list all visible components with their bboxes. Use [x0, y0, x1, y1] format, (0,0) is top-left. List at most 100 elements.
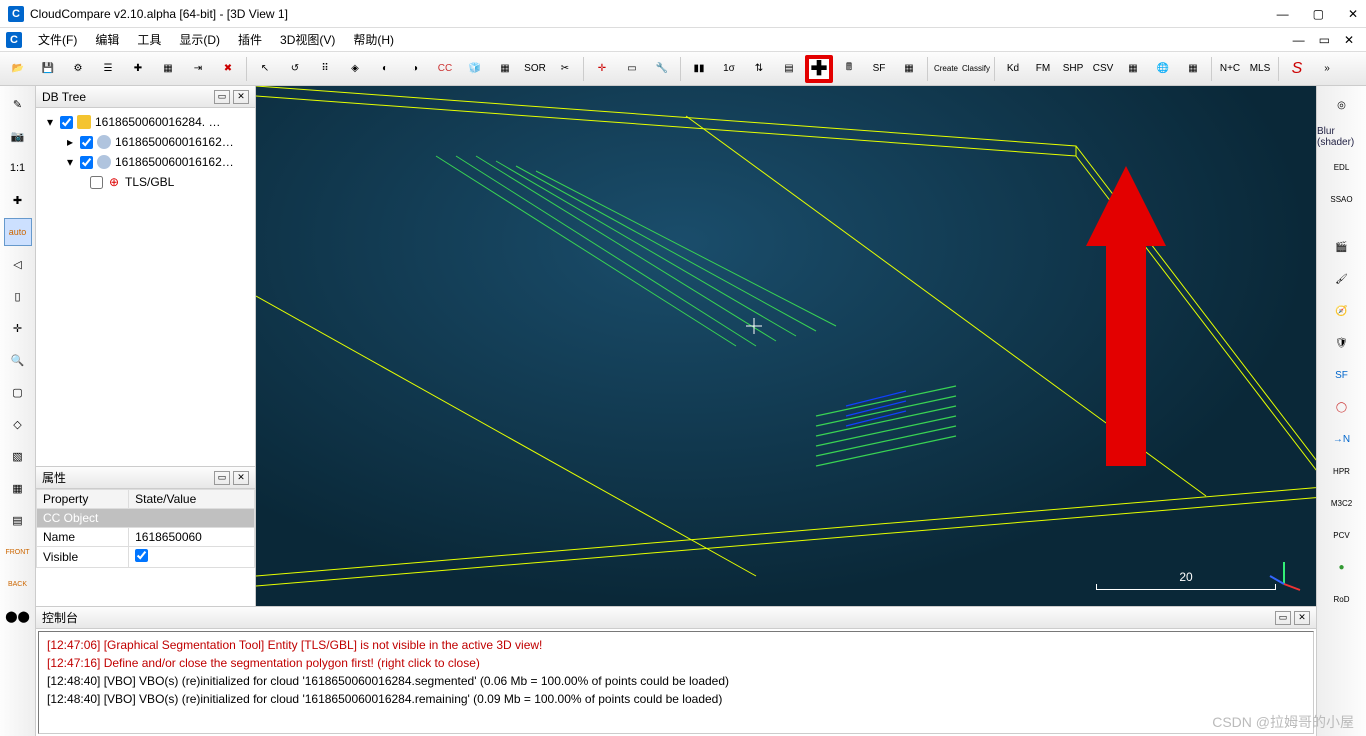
rotate-button[interactable]: ↺ [281, 55, 309, 83]
m3c2-button[interactable]: M3C2 [1326, 490, 1358, 516]
ltool-6[interactable]: ▯ [4, 282, 32, 310]
rgb-button[interactable]: ▦ [154, 55, 182, 83]
calculator-button[interactable]: 🖩 [835, 55, 863, 83]
expand-icon[interactable]: ▾ [44, 115, 56, 129]
console-float-button[interactable]: ▭ [1275, 611, 1291, 625]
tree-root-checkbox[interactable] [60, 116, 73, 129]
rod-button[interactable]: RoD [1326, 586, 1358, 612]
mls-button[interactable]: MLS [1246, 55, 1274, 83]
tool-button[interactable]: 🔧 [648, 55, 676, 83]
db-close-button[interactable]: ✕ [233, 90, 249, 104]
merge-button[interactable]: ⇥ [184, 55, 212, 83]
gradient-button[interactable]: ▤ [775, 55, 803, 83]
menu-help[interactable]: 帮助(H) [345, 29, 402, 50]
globe-button[interactable]: 🌐 [1149, 55, 1177, 83]
list-button[interactable]: ☰ [94, 55, 122, 83]
props-visible-checkbox[interactable] [135, 549, 148, 562]
pcv-button[interactable]: PCV [1326, 522, 1358, 548]
sigma-button[interactable]: 1σ [715, 55, 743, 83]
fm-button[interactable]: FM [1029, 55, 1057, 83]
kd-button[interactable]: Kd [999, 55, 1027, 83]
tree-child2-label[interactable]: 1618650060016162… [115, 155, 234, 169]
align-b-button[interactable]: ◑ [401, 55, 429, 83]
3d-viewport[interactable]: 20 [256, 86, 1316, 606]
ltool-5[interactable]: ◁ [4, 250, 32, 278]
ltool-0[interactable]: ✎ [4, 90, 32, 118]
register-button[interactable]: ▦ [491, 55, 519, 83]
ltool-12[interactable]: ▦ [4, 474, 32, 502]
sphere-button[interactable]: ● [1326, 554, 1358, 580]
db-float-button[interactable]: ▭ [214, 90, 230, 104]
sor-button[interactable]: SOR [521, 55, 549, 83]
segment-button[interactable]: ✂ [551, 55, 579, 83]
mdi-close-button[interactable]: ✕ [1338, 33, 1360, 47]
sample-button[interactable]: 🧊 [461, 55, 489, 83]
toolbar-overflow-button[interactable]: » [1313, 55, 1341, 83]
ssao-button[interactable]: SSAO [1326, 186, 1358, 212]
tree-leaf-checkbox[interactable] [90, 176, 103, 189]
ltool-10[interactable]: ◇ [4, 410, 32, 438]
ltool-7[interactable]: ✛ [4, 314, 32, 342]
marker-button[interactable]: ✛ [588, 55, 616, 83]
open-button[interactable]: 📂 [4, 55, 32, 83]
cc-button[interactable]: CC [431, 55, 459, 83]
sf-right-button[interactable]: SF [1326, 362, 1358, 388]
ltool-13[interactable]: ▤ [4, 506, 32, 534]
props-float-button[interactable]: ▭ [214, 471, 230, 485]
menu-edit[interactable]: 编辑 [87, 29, 127, 50]
pick-button[interactable]: ↖ [251, 55, 279, 83]
mdi-restore-button[interactable]: ▭ [1313, 33, 1336, 47]
ltool-2[interactable]: 1:1 [4, 154, 32, 182]
delete-button[interactable]: ✖ [214, 55, 242, 83]
db-tree[interactable]: ▾ 1618650060016284. … ▸ 1618650060016162… [36, 108, 255, 466]
eraser-button[interactable]: ▭ [618, 55, 646, 83]
minmax-button[interactable]: ⇅ [745, 55, 773, 83]
console-output[interactable]: [12:47:06] [Graphical Segmentation Tool]… [38, 631, 1314, 734]
plus-colors-button[interactable]: ✚ [124, 55, 152, 83]
ltool-auto[interactable]: auto [4, 218, 32, 246]
ltool-1[interactable]: 📷 [4, 122, 32, 150]
csv-button[interactable]: CSV [1089, 55, 1117, 83]
expand-icon[interactable]: ▾ [64, 155, 76, 169]
tree-leaf-label[interactable]: TLS/GBL [125, 175, 174, 189]
maximize-button[interactable]: ▢ [1313, 7, 1324, 21]
blur-shader-button[interactable]: ◎ [1326, 92, 1358, 118]
props-close-button[interactable]: ✕ [233, 471, 249, 485]
menu-3dview[interactable]: 3D视图(V) [272, 29, 343, 50]
mdi-minimize-button[interactable]: — [1287, 33, 1311, 47]
tree-child1-label[interactable]: 1618650060016162… [115, 135, 234, 149]
circle-button[interactable]: ◯ [1326, 394, 1358, 420]
close-button[interactable]: ✕ [1348, 7, 1358, 21]
properties-button[interactable]: ⚙ [64, 55, 92, 83]
minimize-button[interactable]: — [1277, 7, 1289, 21]
points-button[interactable]: ⠿ [311, 55, 339, 83]
curve-button[interactable]: S [1283, 55, 1311, 83]
tree-child2-checkbox[interactable] [80, 156, 93, 169]
canupo-create-button[interactable]: Create [932, 55, 960, 83]
mesh-button[interactable]: ◈ [341, 55, 369, 83]
point-size-plus-button[interactable]: ✚ [805, 55, 833, 83]
shp-button[interactable]: SHP [1059, 55, 1087, 83]
ltool-back[interactable]: BACK [4, 570, 32, 598]
menu-file[interactable]: 文件(F) [30, 29, 85, 50]
align-a-button[interactable]: ◐ [371, 55, 399, 83]
brush-button[interactable]: 🖌 [1326, 266, 1358, 292]
ltool-stereo[interactable]: ⬤⬤ [4, 602, 32, 630]
menu-tools[interactable]: 工具 [129, 29, 169, 50]
console-close-button[interactable]: ✕ [1294, 611, 1310, 625]
tree-child1-checkbox[interactable] [80, 136, 93, 149]
ltool-9[interactable]: ▢ [4, 378, 32, 406]
save-button[interactable]: 💾 [34, 55, 62, 83]
ltool-8[interactable]: 🔍 [4, 346, 32, 374]
sf-gradient-button[interactable]: ▦ [895, 55, 923, 83]
movie-button[interactable]: 🎬 [1326, 234, 1358, 260]
ltool-3[interactable]: ✚ [4, 186, 32, 214]
compass-button[interactable]: 🧭 [1326, 298, 1358, 324]
edl-button[interactable]: EDL [1326, 154, 1358, 180]
menu-plugins[interactable]: 插件 [230, 29, 270, 50]
ltool-front[interactable]: FRONT [4, 538, 32, 566]
ltool-11[interactable]: ▧ [4, 442, 32, 470]
menu-display[interactable]: 显示(D) [171, 29, 228, 50]
tree-root-label[interactable]: 1618650060016284. … [95, 115, 220, 129]
expand-icon[interactable]: ▸ [64, 135, 76, 149]
